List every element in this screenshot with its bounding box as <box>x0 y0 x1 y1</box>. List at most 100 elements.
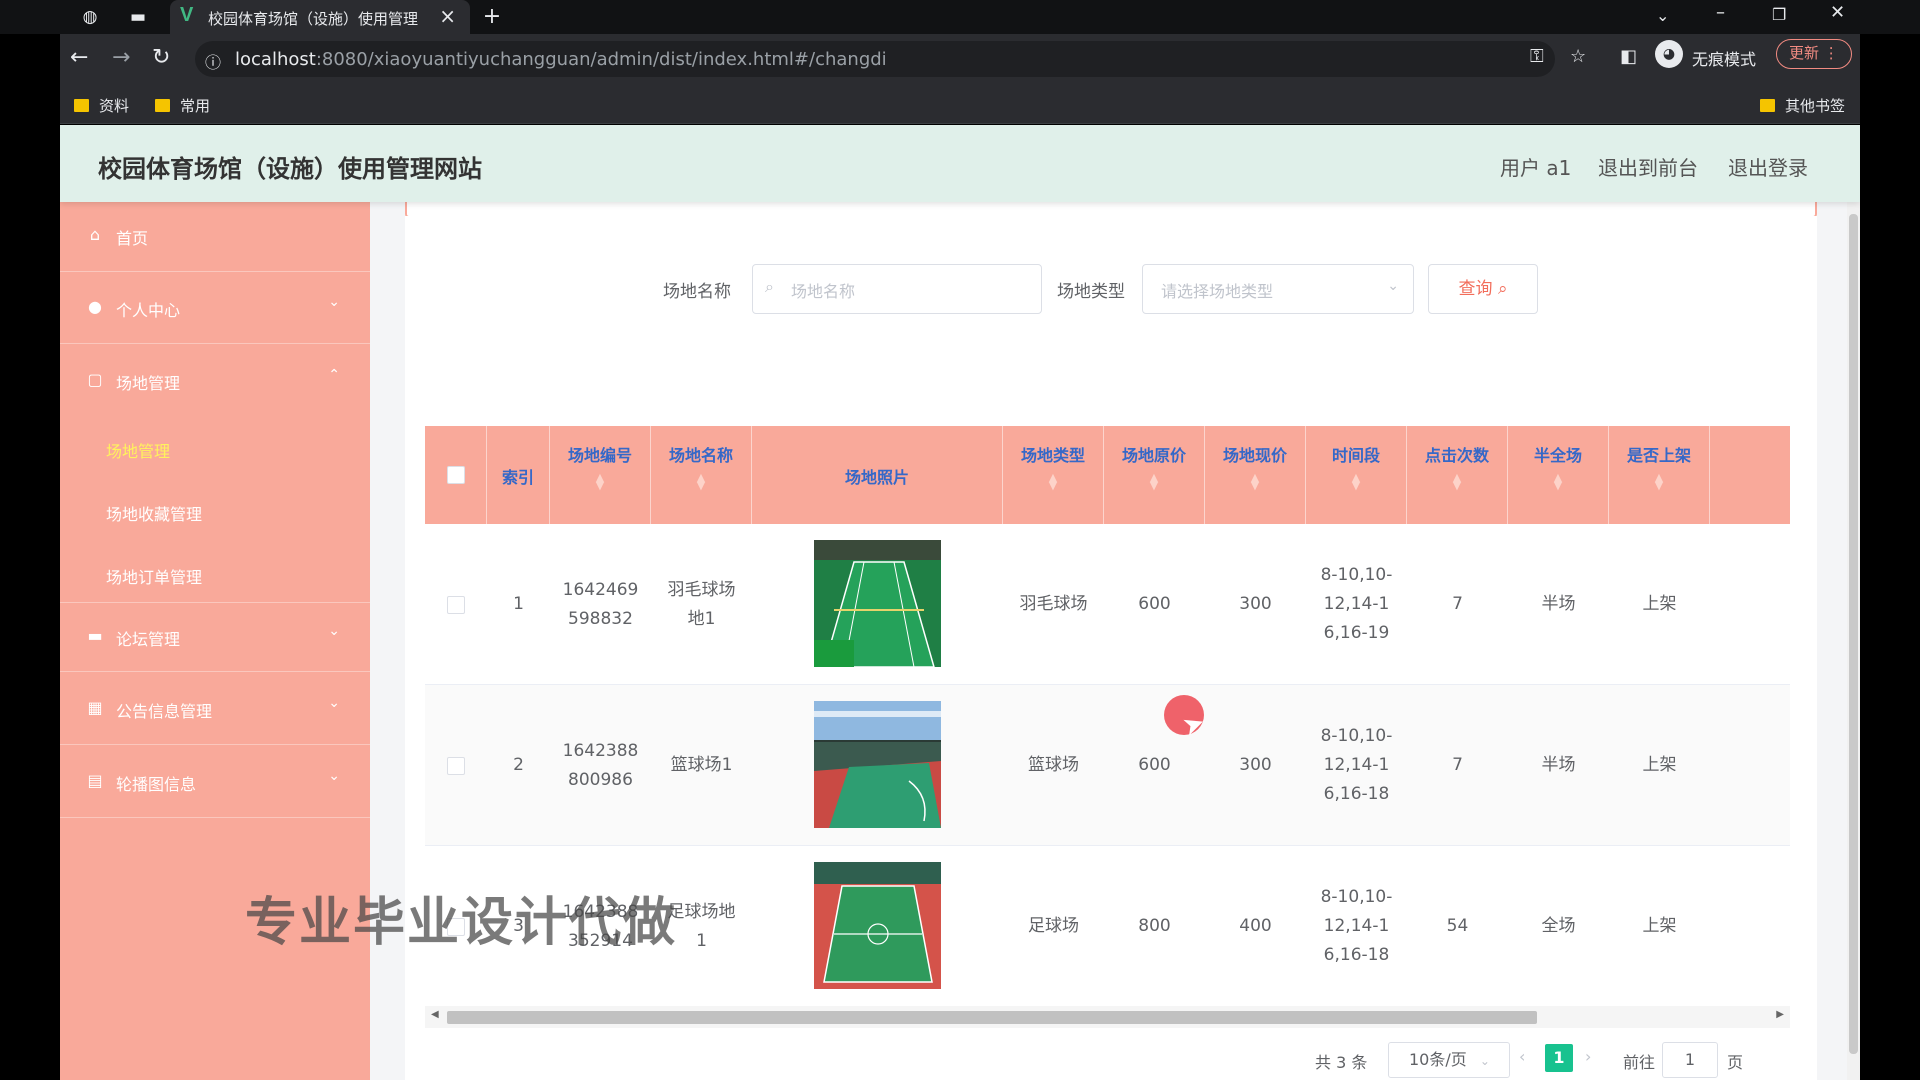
table-row[interactable]: 2 1642388 800986 篮球场1 篮球场 600 300 8-10,1… <box>425 685 1790 846</box>
page-suffix: 页 <box>1727 1053 1744 1072</box>
tab-title: 校园体育场馆（设施）使用管理 <box>208 10 419 28</box>
table-horizontal-scrollbar[interactable]: ◀ ▶ <box>425 1006 1790 1028</box>
row-checkbox[interactable] <box>447 757 465 775</box>
update-button[interactable]: 更新 ⋮ <box>1776 39 1852 69</box>
venue-name-input[interactable]: ⌕ 场地名称 <box>752 264 1042 314</box>
venue-photo[interactable] <box>814 701 941 828</box>
scrollbar-thumb[interactable] <box>447 1011 1537 1024</box>
vue-favicon-icon: V <box>180 4 194 26</box>
chevron-down-icon: ⌄ <box>1387 278 1399 294</box>
cell-time-slot: 8-10,10- 12,14-1 6,16-19 <box>1320 565 1393 643</box>
folder-icon <box>1760 99 1775 112</box>
venue-type-select[interactable]: 请选择场地类型 ⌄ <box>1142 264 1414 314</box>
cell-index: 2 <box>513 755 524 775</box>
page-scrollbar[interactable] <box>1847 202 1860 1080</box>
cell-orig-price: 600 <box>1138 594 1171 614</box>
th-name[interactable]: 场地名称 ▲ ▼ <box>651 426 752 524</box>
row-checkbox[interactable] <box>447 596 465 614</box>
sidebar-item-venue-mgmt[interactable]: ▢ 场地管理 ⌃ <box>60 347 370 417</box>
sidebar-sub-venue-favorites[interactable]: 场地收藏管理 <box>106 501 202 525</box>
th-type[interactable]: 场地类型 ▲ ▼ <box>1003 426 1104 524</box>
tab-search-icon[interactable]: ⌄ <box>1656 6 1669 25</box>
name-search-label: 场地名称 <box>663 282 731 302</box>
sort-icon[interactable]: ▲ ▼ <box>1003 472 1103 491</box>
sidebar-item-personal[interactable]: ● 个人中心 ⌄ <box>60 274 370 344</box>
th-listed[interactable]: 是否上架 ▲ ▼ <box>1609 426 1710 524</box>
browser-tab-active[interactable]: V 校园体育场馆（设施）使用管理 × <box>170 0 470 34</box>
site-info-icon[interactable]: ⓘ <box>205 49 221 73</box>
table-row[interactable]: 1 1642469 598832 羽毛球场 地1 羽毛球场 600 300 8-… <box>425 524 1790 685</box>
th-time-slot[interactable]: 时间段 ▲ ▼ <box>1306 426 1407 524</box>
th-select <box>425 426 487 524</box>
briefcase-icon: ▬ <box>87 626 103 645</box>
scroll-left-icon[interactable]: ◀ <box>431 1009 439 1020</box>
th-clicks[interactable]: 点击次数 ▲ ▼ <box>1407 426 1508 524</box>
restore-icon[interactable]: ❐ <box>1772 5 1786 24</box>
key-icon[interactable]: ⚿ <box>1530 46 1544 67</box>
back-icon[interactable]: ← <box>70 45 88 70</box>
cell-orig-price: 800 <box>1138 916 1171 936</box>
cell-listed: 上架 <box>1642 755 1677 775</box>
bookmark-star-icon[interactable]: ☆ <box>1570 46 1586 67</box>
page-scrollbar-thumb[interactable] <box>1849 214 1858 1054</box>
sort-icon[interactable]: ▲ ▼ <box>1609 472 1709 491</box>
address-bar[interactable]: ⓘ localhost:8080/xiaoyuantiyuchangguan/a… <box>195 41 1555 77</box>
tab-close-icon[interactable]: × <box>439 4 456 28</box>
reload-icon[interactable]: ↻ <box>152 45 170 70</box>
th-half-full[interactable]: 半全场 ▲ ▼ <box>1508 426 1609 524</box>
prev-page-icon[interactable]: ‹ <box>1519 1047 1525 1080</box>
venue-photo[interactable] <box>814 540 941 667</box>
th-photo[interactable]: 场地照片 <box>752 426 1003 524</box>
logout-link[interactable]: 退出登录 <box>1728 152 1808 181</box>
bookmarks-bar: 资料 常用 其他书签 <box>60 84 1860 124</box>
sidebar-item-notice[interactable]: ▦ 公告信息管理 ⌄ <box>60 675 370 745</box>
close-window-icon[interactable]: ✕ <box>1830 2 1845 23</box>
sort-icon[interactable]: ▲ ▼ <box>1205 472 1305 491</box>
th-cur-price[interactable]: 场地现价 ▲ ▼ <box>1205 426 1306 524</box>
query-button[interactable]: 查询 ⌕ <box>1428 264 1538 314</box>
sidebar-sub-venue-list[interactable]: 场地管理 <box>106 438 170 462</box>
th-orig-price[interactable]: 场地原价 ▲ ▼ <box>1104 426 1205 524</box>
bookmark-folder-ziliao[interactable]: 资料 <box>74 95 129 116</box>
sidepanel-icon[interactable]: ◧ <box>1620 46 1637 67</box>
chevron-down-icon: ⌄ <box>328 623 340 639</box>
sidebar-item-home[interactable]: ⌂ 首页 <box>60 202 370 272</box>
chevron-up-icon: ⌃ <box>328 367 340 383</box>
goto-page-input[interactable]: 1 <box>1662 1042 1718 1078</box>
back-to-front-link[interactable]: 退出到前台 <box>1598 152 1698 181</box>
new-tab-icon[interactable]: + <box>480 5 504 29</box>
next-page-icon[interactable]: › <box>1585 1047 1591 1080</box>
page-size-select[interactable]: 10条/页 ⌄ <box>1388 1042 1510 1078</box>
input-placeholder: 场地名称 <box>791 282 856 301</box>
cell-half-full: 半场 <box>1541 594 1576 614</box>
sidebar-item-forum[interactable]: ▬ 论坛管理 ⌄ <box>60 602 370 672</box>
th-code[interactable]: 场地编号 ▲ ▼ <box>550 426 651 524</box>
cell-name: 羽毛球场 地1 <box>667 579 736 629</box>
sort-icon[interactable]: ▲ ▼ <box>1104 472 1204 491</box>
chevron-down-icon: ⌄ <box>1479 1054 1490 1068</box>
sort-icon[interactable]: ▲ ▼ <box>1407 472 1507 491</box>
cell-code: 1642388 800986 <box>562 740 639 790</box>
forward-icon[interactable]: → <box>112 45 130 70</box>
cell-clicks: 54 <box>1446 916 1469 936</box>
bookmark-folder-other[interactable]: 其他书签 <box>1760 95 1845 116</box>
sort-icon[interactable]: ▲ ▼ <box>550 472 650 491</box>
browser-menu-icon[interactable]: ◍ <box>78 5 102 29</box>
bookmark-folder-changyong[interactable]: 常用 <box>155 95 210 116</box>
minimize-icon[interactable]: – <box>1716 2 1725 23</box>
incognito-label: 无痕模式 <box>1692 50 1757 69</box>
select-all-checkbox[interactable] <box>447 466 465 484</box>
current-page-button[interactable]: 1 <box>1545 1044 1573 1072</box>
folder-icon <box>74 99 89 112</box>
venue-photo[interactable] <box>814 862 941 989</box>
sort-icon[interactable]: ▲ ▼ <box>1508 472 1608 491</box>
sort-icon[interactable]: ▲ ▼ <box>651 472 751 491</box>
sort-icon[interactable]: ▲ ▼ <box>1306 472 1406 491</box>
sidebar-item-carousel[interactable]: ▤ 轮播图信息 ⌄ <box>60 748 370 818</box>
select-placeholder: 请选择场地类型 <box>1161 282 1274 301</box>
tab-strip-icon[interactable]: ▬ <box>126 5 150 29</box>
cell-time-slot: 8-10,10- 12,14-1 6,16-18 <box>1320 726 1393 804</box>
sidebar-sub-venue-orders[interactable]: 场地订单管理 <box>106 564 202 588</box>
incognito-icon[interactable]: ◕ <box>1655 40 1683 68</box>
scroll-right-icon[interactable]: ▶ <box>1776 1009 1784 1020</box>
